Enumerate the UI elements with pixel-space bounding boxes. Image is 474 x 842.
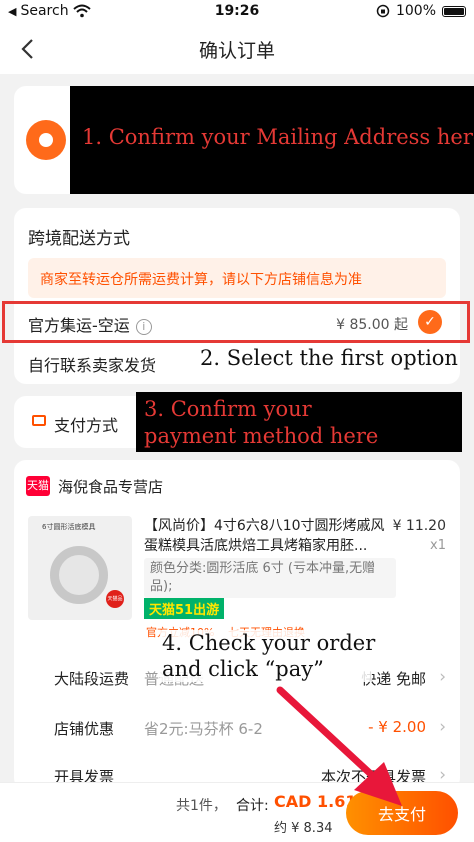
row-shop-discount-label: 店铺优惠 xyxy=(54,720,115,738)
total-label: 合计: xyxy=(236,798,269,814)
cake-mold-image xyxy=(50,546,108,604)
product-image-badge: 天猫品 xyxy=(106,590,124,608)
status-right: 100% xyxy=(376,3,466,19)
chevron-right-icon: › xyxy=(439,717,446,737)
rotation-lock-icon xyxy=(376,4,390,18)
chevron-right-icon: › xyxy=(439,667,446,687)
product-image[interactable]: 6寸圆形活底模具 天猫品 xyxy=(28,516,132,620)
annotation-payment-line1: 3. Confirm your xyxy=(144,397,312,421)
row-shipping-fee-label: 大陆段运费 xyxy=(54,670,130,688)
product-qty: x1 xyxy=(430,538,446,553)
row-shop-discount[interactable]: 店铺优惠 省2元:马芬杯 6-2 - ¥ 2.00 › xyxy=(54,717,446,740)
product-price: ¥ 11.20 xyxy=(392,518,446,534)
battery-icon xyxy=(442,5,466,17)
annotation-order: 4. Check your order and click “pay” xyxy=(162,630,375,682)
annotation-order-line2: and click “pay” xyxy=(162,657,324,681)
annotation-payment: 3. Confirm your payment method here xyxy=(136,392,462,452)
shipping-notice: 商家至转运仓所需运费计算，请以下方店铺信息为准 xyxy=(28,258,446,298)
annotation-payment-line2: payment method here xyxy=(144,424,379,448)
shop-card: 天猫 海倪食品专营店 6寸圆形活底模具 天猫品 【风尚价】4寸6六8八10寸圆形… xyxy=(14,460,460,790)
total-amount: CAD 1.61 xyxy=(274,792,357,811)
promo-tag: 天猫51出游 xyxy=(144,598,225,619)
row-shop-discount-value: 省2元:马芬杯 6-2 xyxy=(144,720,263,738)
tmall-badge: 天猫 xyxy=(26,476,50,496)
product-sku: 颜色分类:圆形活底 6寸 (亏本冲量,无赠品); xyxy=(144,558,396,598)
wallet-icon xyxy=(32,415,46,426)
item-count: 共1件， xyxy=(176,798,227,814)
product-image-header: 6寸圆形活底模具 xyxy=(42,523,96,531)
annotation-order-line1: 4. Check your order xyxy=(162,631,376,655)
status-bar: ◀ Search 19:26 100% xyxy=(0,0,474,24)
pay-button[interactable]: 去支付 xyxy=(346,791,458,835)
annotation-shipping: 2. Select the first option xyxy=(196,344,458,374)
location-pin-icon xyxy=(26,120,66,160)
payment-label: 支付方式 xyxy=(54,416,119,435)
nav-bar: 确认订单 xyxy=(0,24,474,74)
page-title: 确认订单 xyxy=(198,40,275,62)
row-shop-discount-right: - ¥ 2.00 xyxy=(368,718,426,736)
highlight-frame xyxy=(2,301,470,343)
checkout-bar: 共1件， 合计: CAD 1.61 约 ¥ 8.34 去支付 xyxy=(0,782,474,842)
shipping-option-seller-label: 自行联系卖家发货 xyxy=(28,356,157,375)
total-approx: 约 ¥ 8.34 xyxy=(274,821,333,836)
product-title[interactable]: 【风尚价】4寸6六8八10寸圆形烤戚风蛋糕模具活底烘焙工具烤箱家用胚... xyxy=(144,516,392,556)
shop-name[interactable]: 海倪食品专营店 xyxy=(58,476,163,497)
battery-percent: 100% xyxy=(395,3,436,19)
annotation-address: 1. Confirm your Mailing Address here xyxy=(70,86,474,194)
shipping-title: 跨境配送方式 xyxy=(28,229,130,249)
